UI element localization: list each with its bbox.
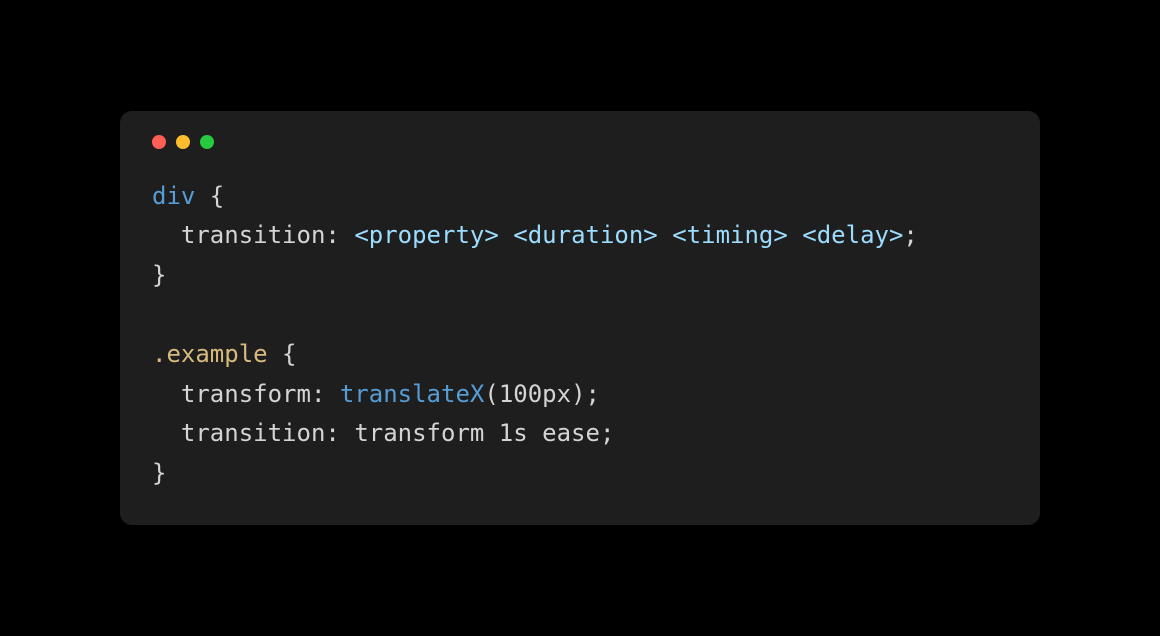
semicolon-token: ; — [586, 380, 600, 408]
code-line-6: transform: translateX(100px); — [152, 380, 600, 408]
indent — [152, 380, 181, 408]
maximize-icon[interactable] — [200, 135, 214, 149]
colon-token: : — [325, 221, 354, 249]
code-line-1: div { — [152, 182, 224, 210]
semicolon-token: ; — [600, 419, 614, 447]
placeholder-token: <property> — [354, 221, 499, 249]
value-token: 100px — [499, 380, 571, 408]
semicolon-token: ; — [903, 221, 917, 249]
brace-token: { — [195, 182, 224, 210]
code-line-7: transition: transform 1s ease; — [152, 419, 614, 447]
function-token: translateX — [340, 380, 485, 408]
placeholder-token: <duration> — [513, 221, 658, 249]
value-token: transform 1s ease — [354, 419, 600, 447]
brace-token: { — [268, 340, 297, 368]
close-icon[interactable] — [152, 135, 166, 149]
colon-token: : — [311, 380, 340, 408]
placeholder-token: <timing> — [672, 221, 788, 249]
code-block: div { transition: <property> <duration> … — [152, 177, 1008, 494]
colon-token: : — [325, 419, 354, 447]
property-token: transition — [181, 419, 326, 447]
code-line-2: transition: <property> <duration> <timin… — [152, 221, 918, 249]
brace-token: } — [152, 261, 166, 289]
indent — [152, 221, 181, 249]
placeholder-token: <delay> — [802, 221, 903, 249]
selector-token: div — [152, 182, 195, 210]
space — [499, 221, 513, 249]
brace-token: } — [152, 459, 166, 487]
property-token: transition — [181, 221, 326, 249]
space — [788, 221, 802, 249]
paren-token: ) — [571, 380, 585, 408]
indent — [152, 419, 181, 447]
paren-token: ( — [484, 380, 498, 408]
window-controls — [152, 135, 1008, 149]
space — [658, 221, 672, 249]
code-window: div { transition: <property> <duration> … — [120, 111, 1040, 526]
code-line-3: } — [152, 261, 166, 289]
property-token: transform — [181, 380, 311, 408]
selector-token: .example — [152, 340, 268, 368]
code-line-5: .example { — [152, 340, 297, 368]
code-line-8: } — [152, 459, 166, 487]
minimize-icon[interactable] — [176, 135, 190, 149]
